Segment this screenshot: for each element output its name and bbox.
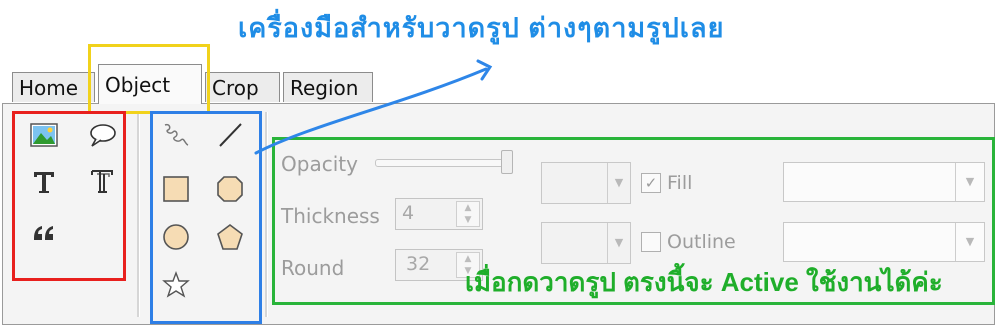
- tab-home[interactable]: Home: [12, 72, 95, 102]
- chevron-down-icon: ▼: [955, 223, 984, 261]
- outline-style-select[interactable]: ▼: [783, 222, 985, 262]
- text-outline-icon: [91, 170, 113, 193]
- freehand-tool[interactable]: [159, 118, 193, 152]
- text-icon: [34, 172, 54, 193]
- insert-quote-button[interactable]: [27, 216, 61, 250]
- tab-object[interactable]: Object: [98, 64, 202, 104]
- quote-icon: [34, 226, 53, 240]
- thickness-value: 4: [402, 202, 415, 224]
- thickness-spinner[interactable]: 4 ▲ ▼: [395, 198, 483, 230]
- insert-callout-button[interactable]: [85, 118, 119, 152]
- speech-bubble-icon: [90, 124, 116, 147]
- freehand-icon: [164, 123, 189, 146]
- annotation-bottom-note: เมื่อกดวาดรูป ตรงนี้จะ Active ใช้งานได้ค…: [465, 267, 943, 297]
- chevron-down-icon: ▼: [955, 163, 984, 201]
- insert-text-button[interactable]: [27, 164, 61, 198]
- line-tool[interactable]: [213, 118, 247, 152]
- polygon-tool[interactable]: [213, 220, 247, 254]
- tab-region[interactable]: Region: [283, 72, 373, 102]
- rectangle-tool[interactable]: [159, 172, 193, 206]
- chevron-down-icon: ▼: [607, 223, 630, 263]
- chevron-down-icon: ▼: [607, 163, 630, 203]
- insert-outline-text-button[interactable]: [85, 164, 119, 198]
- pentagon-icon: [217, 224, 243, 250]
- octagon-icon: [217, 176, 243, 202]
- round-value: 32: [406, 253, 431, 275]
- image-icon: [30, 123, 58, 147]
- rectangle-icon: [163, 176, 189, 202]
- annotation-top-note: เครื่องมือสำหรับวาดรูป ต่างๆตามรูปเลย: [238, 13, 725, 43]
- fill-checkbox[interactable]: ✓: [641, 173, 661, 193]
- round-label: Round: [281, 256, 345, 280]
- thickness-spinner-arrows[interactable]: ▲ ▼: [456, 201, 480, 227]
- opacity-label: Opacity: [281, 152, 358, 176]
- star-tool[interactable]: [159, 268, 193, 302]
- ellipse-icon: [163, 224, 189, 250]
- insert-image-button[interactable]: [27, 118, 61, 152]
- opacity-slider-thumb[interactable]: [501, 150, 513, 174]
- outline-color-picker[interactable]: ▼: [541, 222, 631, 264]
- outline-checkbox[interactable]: [641, 232, 661, 252]
- line-icon: [219, 123, 242, 147]
- star-icon: [162, 271, 190, 298]
- ellipse-tool[interactable]: [159, 220, 193, 254]
- group-separator: [137, 112, 140, 317]
- opacity-slider[interactable]: [375, 159, 511, 167]
- thickness-label: Thickness: [281, 204, 380, 228]
- group-separator: [265, 112, 268, 317]
- fill-label: Fill: [667, 172, 693, 194]
- ribbon-tabs: Home Object Crop Region: [0, 64, 997, 104]
- tab-crop[interactable]: Crop: [205, 72, 280, 102]
- rounded-rectangle-tool[interactable]: [213, 172, 247, 206]
- fill-style-select[interactable]: ▼: [783, 162, 985, 202]
- fill-color-picker[interactable]: ▼: [541, 162, 631, 204]
- outline-label: Outline: [667, 231, 736, 253]
